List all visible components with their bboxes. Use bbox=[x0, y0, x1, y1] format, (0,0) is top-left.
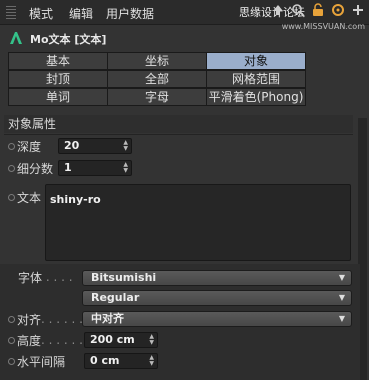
object-title: Mo文本 [文本] bbox=[30, 33, 107, 46]
font-style-select[interactable]: Regular ▼ bbox=[82, 290, 352, 306]
settings-icon[interactable] bbox=[331, 3, 345, 17]
tab-phong[interactable]: 平滑着色(Phong) bbox=[206, 88, 306, 106]
add-icon[interactable] bbox=[351, 3, 365, 17]
align-value: 中对齐 bbox=[91, 312, 124, 325]
height-input[interactable]: 200 cm ▲ ▼ bbox=[84, 332, 158, 348]
keyframe-dot-icon[interactable] bbox=[8, 336, 15, 344]
dropdown-arrow-icon: ▼ bbox=[338, 314, 345, 323]
tab-coord[interactable]: 坐标 bbox=[107, 52, 207, 70]
text-row: 文本 bbox=[8, 188, 41, 206]
tab-all[interactable]: 全部 bbox=[107, 70, 207, 88]
menu-grip-icon[interactable] bbox=[6, 6, 16, 19]
font-family-value: Bitsumishi bbox=[91, 271, 157, 284]
h-spacing-label: 水平间隔 bbox=[17, 354, 66, 369]
keyframe-dot-icon[interactable] bbox=[8, 193, 15, 201]
font-label: 字体 bbox=[18, 270, 43, 285]
menubar: 模式 编辑 用户数据 思缘设计论坛 www.MISSVUAN.com bbox=[0, 0, 369, 31]
search-icon[interactable] bbox=[291, 3, 305, 17]
subdivision-value: 1 bbox=[64, 161, 72, 174]
keyframe-dot-icon[interactable] bbox=[8, 142, 15, 150]
spinner-icon[interactable]: ▲ ▼ bbox=[149, 355, 154, 367]
keyframe-dot-icon[interactable] bbox=[8, 315, 15, 323]
font-family-select[interactable]: Bitsumishi ▼ bbox=[82, 270, 352, 286]
depth-label: 深度 bbox=[17, 139, 42, 154]
keyframe-dot-icon[interactable] bbox=[8, 357, 15, 365]
tab-basic[interactable]: 基本 bbox=[8, 52, 108, 70]
h-spacing-row: 水平间隔 bbox=[8, 352, 65, 370]
height-label: 高度 bbox=[17, 333, 42, 348]
align-label: 对齐 bbox=[17, 312, 42, 327]
menu-mode[interactable]: 模式 bbox=[29, 5, 53, 22]
font-style-value: Regular bbox=[91, 291, 140, 304]
arrow-up-icon[interactable] bbox=[271, 3, 285, 17]
subdivision-input[interactable]: 1 ▲ ▼ bbox=[58, 160, 132, 176]
tab-caps[interactable]: 封顶 bbox=[8, 70, 108, 88]
align-label-dots: . . . . . . bbox=[41, 312, 83, 326]
tab-words[interactable]: 单词 bbox=[8, 88, 108, 106]
height-label-dots: . . . . . . bbox=[41, 333, 83, 347]
dropdown-arrow-icon: ▼ bbox=[338, 273, 345, 282]
motext-logo-icon bbox=[8, 30, 24, 46]
depth-row: 深度 bbox=[8, 137, 41, 155]
tab-mesh-range[interactable]: 网格范围 bbox=[206, 70, 306, 88]
lock-icon[interactable] bbox=[311, 3, 325, 17]
spinner-icon[interactable]: ▲ ▼ bbox=[123, 162, 128, 174]
section-divider bbox=[4, 134, 353, 135]
object-header: Mo文本 [文本] bbox=[0, 26, 369, 50]
depth-value: 20 bbox=[64, 139, 80, 152]
subdivision-row: 细分数 bbox=[8, 159, 53, 177]
tab-letters[interactable]: 字母 bbox=[107, 88, 207, 106]
subdivision-label: 细分数 bbox=[17, 161, 54, 176]
align-select[interactable]: 中对齐 ▼ bbox=[82, 311, 352, 327]
spinner-icon[interactable]: ▲ ▼ bbox=[123, 140, 128, 152]
font-row: 字体 . . . . bbox=[18, 268, 73, 286]
spinner-icon[interactable]: ▲ ▼ bbox=[149, 334, 154, 346]
h-spacing-input[interactable]: 0 cm ▲ ▼ bbox=[84, 353, 158, 369]
section-object-properties: 对象属性 bbox=[4, 115, 353, 133]
tab-object[interactable]: 对象 bbox=[206, 52, 306, 70]
dropdown-arrow-icon: ▼ bbox=[338, 293, 345, 302]
depth-input[interactable]: 20 ▲ ▼ bbox=[58, 138, 132, 154]
font-label-dots: . . . . bbox=[42, 270, 73, 284]
align-row: 对齐 . . . . . . bbox=[8, 310, 83, 328]
menu-edit[interactable]: 编辑 bbox=[69, 5, 93, 22]
text-label: 文本 bbox=[17, 190, 42, 205]
height-value: 200 cm bbox=[90, 333, 135, 346]
height-row: 高度 . . . . . . bbox=[8, 331, 83, 349]
keyframe-dot-icon[interactable] bbox=[8, 164, 15, 172]
menu-user-data[interactable]: 用户数据 bbox=[106, 5, 154, 22]
text-input[interactable]: shiny-ro bbox=[45, 184, 351, 261]
h-spacing-value: 0 cm bbox=[90, 354, 120, 367]
top-icons bbox=[271, 3, 365, 17]
tab-grid: 基本 坐标 对象 封顶 全部 网格范围 单词 字母 平滑着色(Phong) bbox=[8, 52, 307, 106]
